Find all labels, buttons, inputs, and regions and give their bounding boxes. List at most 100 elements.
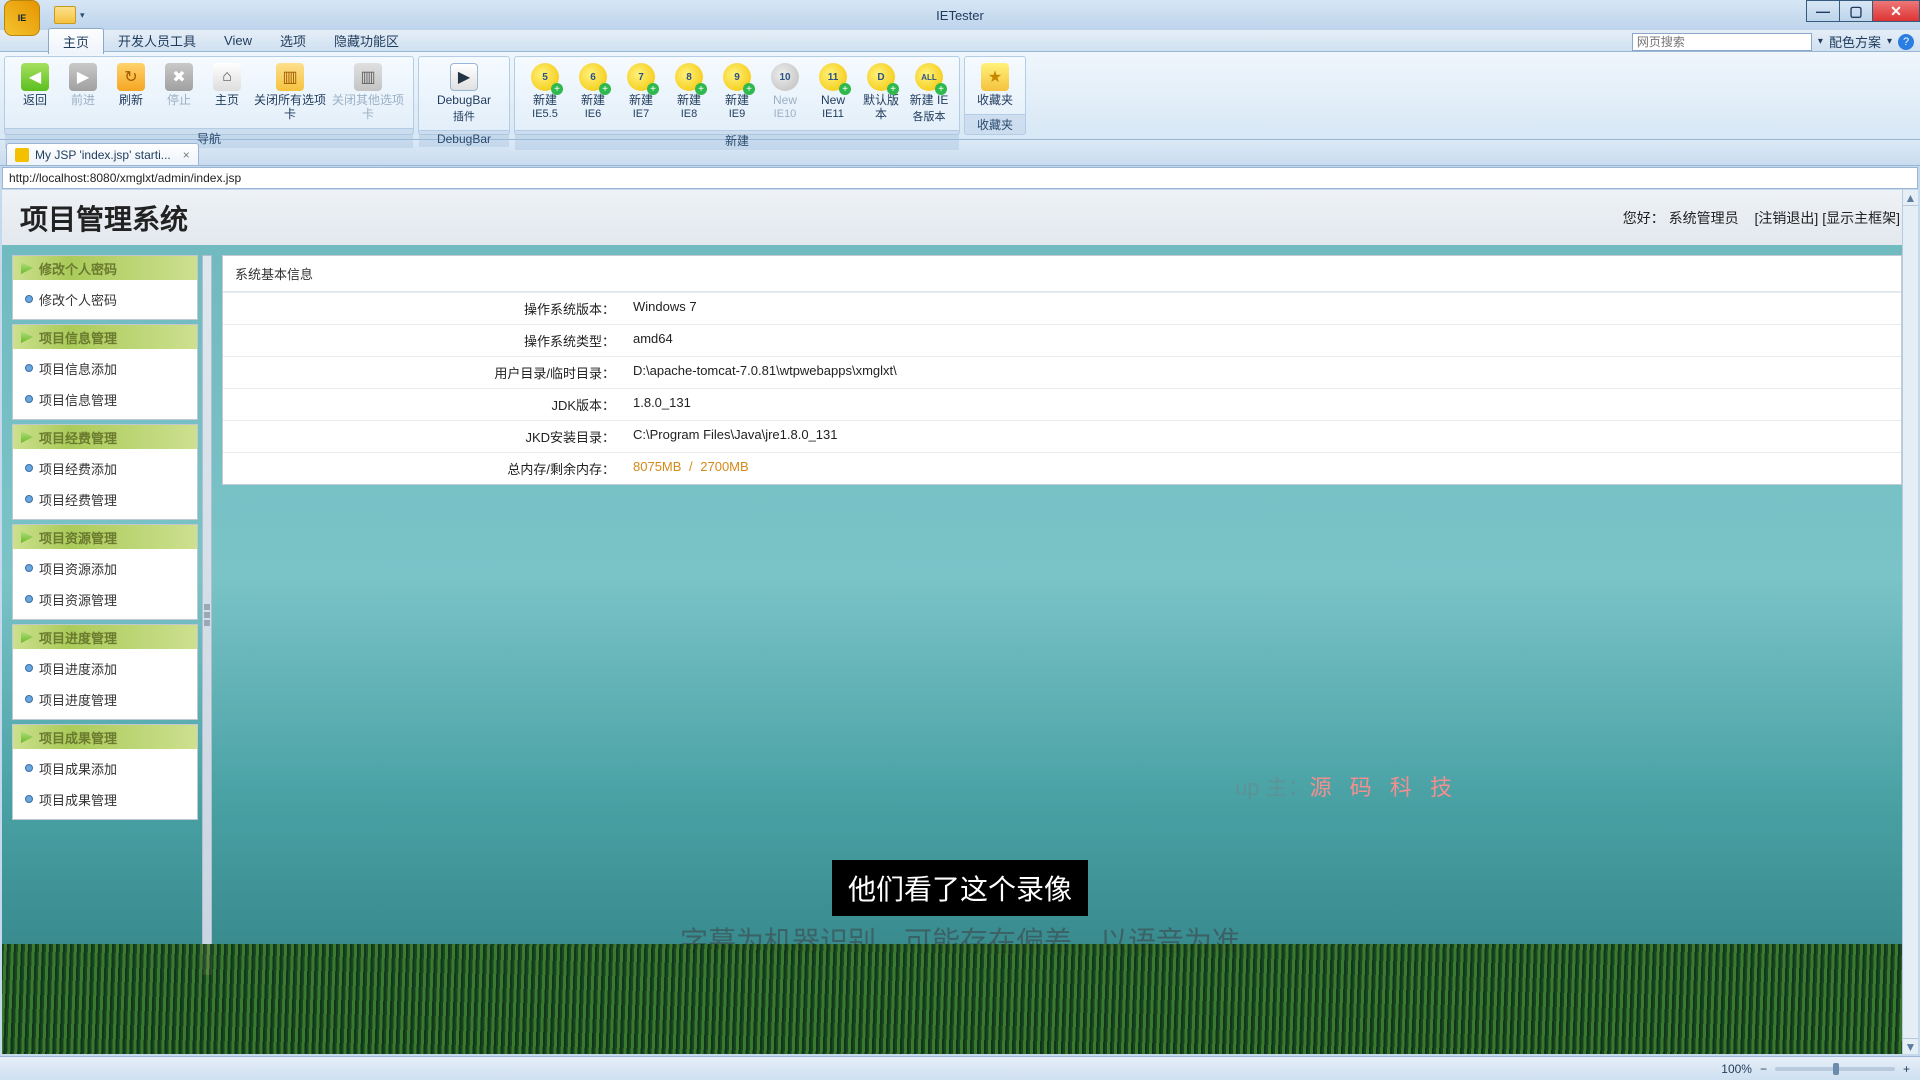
info-value-jdk-version: 1.8.0_131	[623, 389, 1901, 420]
sidebar-item-info-add[interactable]: 项目信息添加	[13, 353, 197, 384]
color-scheme-label[interactable]: 配色方案	[1829, 32, 1881, 51]
sidebar-item-res-add[interactable]: 项目资源添加	[13, 553, 197, 584]
sidebar-item-fund-manage[interactable]: 项目经费管理	[13, 484, 197, 515]
greeting-label: 您好：	[1623, 210, 1665, 226]
sidebar-item-result-add[interactable]: 项目成果添加	[13, 753, 197, 784]
scroll-up-icon[interactable]: ▲	[1903, 190, 1918, 206]
new-ie8-button[interactable]: 8+新建IE8	[665, 61, 713, 122]
app-icon: IE	[4, 0, 40, 36]
ie-icon: 10	[771, 63, 799, 91]
home-icon: ⌂	[213, 63, 241, 91]
ribbon-group-new: 5+新建IE5.5 6+新建IE6 7+新建IE7 8+新建IE8 9+新建IE…	[514, 56, 960, 135]
info-label: 总内存/剩余内存：	[223, 453, 623, 484]
scheme-dropdown-icon[interactable]: ▾	[1887, 36, 1892, 47]
favorites-button[interactable]: ★收藏夹	[971, 61, 1019, 110]
stop-button[interactable]: ✖停止	[155, 61, 203, 110]
sidebar-header[interactable]: 修改个人密码	[13, 256, 197, 280]
new-ie-all-button[interactable]: ALL+新建 IE各版本	[905, 61, 953, 126]
ie-icon: 9+	[723, 63, 751, 91]
debugbar-group-label: DebugBar	[419, 130, 509, 147]
sidebar-item-res-manage[interactable]: 项目资源管理	[13, 584, 197, 615]
info-label: JDK版本：	[223, 389, 623, 420]
menu-devtools[interactable]: 开发人员工具	[104, 28, 210, 53]
search-dropdown-icon[interactable]: ▾	[1818, 36, 1823, 47]
zoom-out-button[interactable]: −	[1760, 1062, 1767, 1076]
ribbon-group-favorites: ★收藏夹 收藏夹	[964, 56, 1026, 135]
close-other-tabs-button[interactable]: ▥关闭其他选项卡	[329, 61, 407, 124]
info-value-memory: 8075MB / 2700MB	[623, 453, 1901, 484]
zoom-in-button[interactable]: +	[1903, 1062, 1910, 1076]
info-label: JKD安装目录：	[223, 421, 623, 452]
menu-options[interactable]: 选项	[266, 28, 320, 53]
web-search-input[interactable]	[1632, 33, 1812, 51]
sidebar-item-info-manage[interactable]: 项目信息管理	[13, 384, 197, 415]
close-button[interactable]: ✕	[1872, 0, 1920, 22]
new-ie9-button[interactable]: 9+新建IE9	[713, 61, 761, 122]
new-ie11-button[interactable]: 11+NewIE11	[809, 61, 857, 122]
show-frame-link[interactable]: [显示主框架]	[1822, 210, 1900, 226]
close-all-tabs-button[interactable]: ▥关闭所有选项卡	[251, 61, 329, 124]
folder-icon[interactable]	[54, 6, 76, 24]
panel-title: 系统基本信息	[223, 256, 1901, 292]
tab-favicon	[15, 148, 29, 162]
tab-close-icon[interactable]: ×	[183, 148, 190, 162]
default-version-button[interactable]: D+默认版本	[857, 61, 905, 124]
sidebar-group-info: 项目信息管理 项目信息添加项目信息管理	[12, 324, 198, 420]
sidebar-item-prog-add[interactable]: 项目进度添加	[13, 653, 197, 684]
splitter-handle[interactable]	[202, 255, 212, 975]
sidebar-item-result-manage[interactable]: 项目成果管理	[13, 784, 197, 815]
menu-strip: 主页 开发人员工具 View 选项 隐藏功能区 ▾ 配色方案 ▾ ?	[0, 30, 1920, 52]
info-label: 操作系统版本：	[223, 293, 623, 324]
new-group-label: 新建	[515, 130, 959, 150]
info-value-os-type: amd64	[623, 325, 1901, 356]
new-ie55-button[interactable]: 5+新建IE5.5	[521, 61, 569, 122]
help-icon[interactable]: ?	[1898, 34, 1914, 50]
tab-active[interactable]: My JSP 'index.jsp' starti... ×	[6, 143, 199, 165]
info-value-jdk-path: C:\Program Files\Java\jre1.8.0_131	[623, 421, 1901, 452]
vertical-scrollbar[interactable]: ▲ ▼	[1902, 190, 1918, 1054]
sidebar-header[interactable]: 项目资源管理	[13, 525, 197, 549]
new-ie6-button[interactable]: 6+新建IE6	[569, 61, 617, 122]
zoom-slider[interactable]	[1775, 1067, 1895, 1071]
page-header: 项目管理系统 您好： 系统管理员 [注销退出] [显示主框架]	[2, 190, 1918, 245]
home-button[interactable]: ⌂主页	[203, 61, 251, 110]
fav-group-label: 收藏夹	[965, 114, 1025, 134]
new-ie10-button[interactable]: 10NewIE10	[761, 61, 809, 122]
sidebar-item-change-password[interactable]: 修改个人密码	[13, 284, 197, 315]
ribbon-group-debugbar: ▶DebugBar插件 DebugBar	[418, 56, 510, 135]
sidebar-group-resources: 项目资源管理 项目资源添加项目资源管理	[12, 524, 198, 620]
debugbar-button[interactable]: ▶DebugBar插件	[425, 61, 503, 126]
forward-button[interactable]: ▶前进	[59, 61, 107, 110]
sidebar-item-fund-add[interactable]: 项目经费添加	[13, 453, 197, 484]
arrow-left-icon: ◀	[21, 63, 49, 91]
sidebar-header[interactable]: 项目进度管理	[13, 625, 197, 649]
minimize-button[interactable]: —	[1806, 0, 1840, 22]
sidebar-item-prog-manage[interactable]: 项目进度管理	[13, 684, 197, 715]
logout-link[interactable]: [注销退出]	[1755, 210, 1819, 226]
address-bar[interactable]: http://localhost:8080/xmglxt/admin/index…	[2, 167, 1918, 189]
star-icon: ★	[981, 63, 1009, 91]
refresh-button[interactable]: ↻刷新	[107, 61, 155, 110]
ie-icon: D+	[867, 63, 895, 91]
titlebar: IE ▾ IETester — ▢ ✕	[0, 0, 1920, 30]
sidebar-header[interactable]: 项目信息管理	[13, 325, 197, 349]
info-value-user-dir: D:\apache-tomcat-7.0.81\wtpwebapps\xmglx…	[623, 357, 1901, 388]
maximize-button[interactable]: ▢	[1839, 0, 1873, 22]
chevron-down-icon[interactable]: ▾	[80, 10, 85, 21]
new-ie7-button[interactable]: 7+新建IE7	[617, 61, 665, 122]
ie-icon: 8+	[675, 63, 703, 91]
menu-hide-ribbon[interactable]: 隐藏功能区	[320, 28, 413, 53]
menu-view[interactable]: View	[210, 30, 266, 51]
sidebar-header[interactable]: 项目成果管理	[13, 725, 197, 749]
sidebar-header[interactable]: 项目经费管理	[13, 425, 197, 449]
ribbon: ◀返回 ▶前进 ↻刷新 ✖停止 ⌂主页 ▥关闭所有选项卡 ▥关闭其他选项卡 导航…	[0, 52, 1920, 140]
arrow-right-icon: ▶	[69, 63, 97, 91]
sidebar-group-progress: 项目进度管理 项目进度添加项目进度管理	[12, 624, 198, 720]
info-label: 操作系统类型：	[223, 325, 623, 356]
menu-home[interactable]: 主页	[48, 28, 104, 54]
sidebar-group-password: 修改个人密码 修改个人密码	[12, 255, 198, 320]
tab-title: My JSP 'index.jsp' starti...	[35, 148, 171, 162]
scroll-down-icon[interactable]: ▼	[1903, 1038, 1918, 1054]
username-label: 系统管理员	[1669, 210, 1739, 226]
back-button[interactable]: ◀返回	[11, 61, 59, 110]
